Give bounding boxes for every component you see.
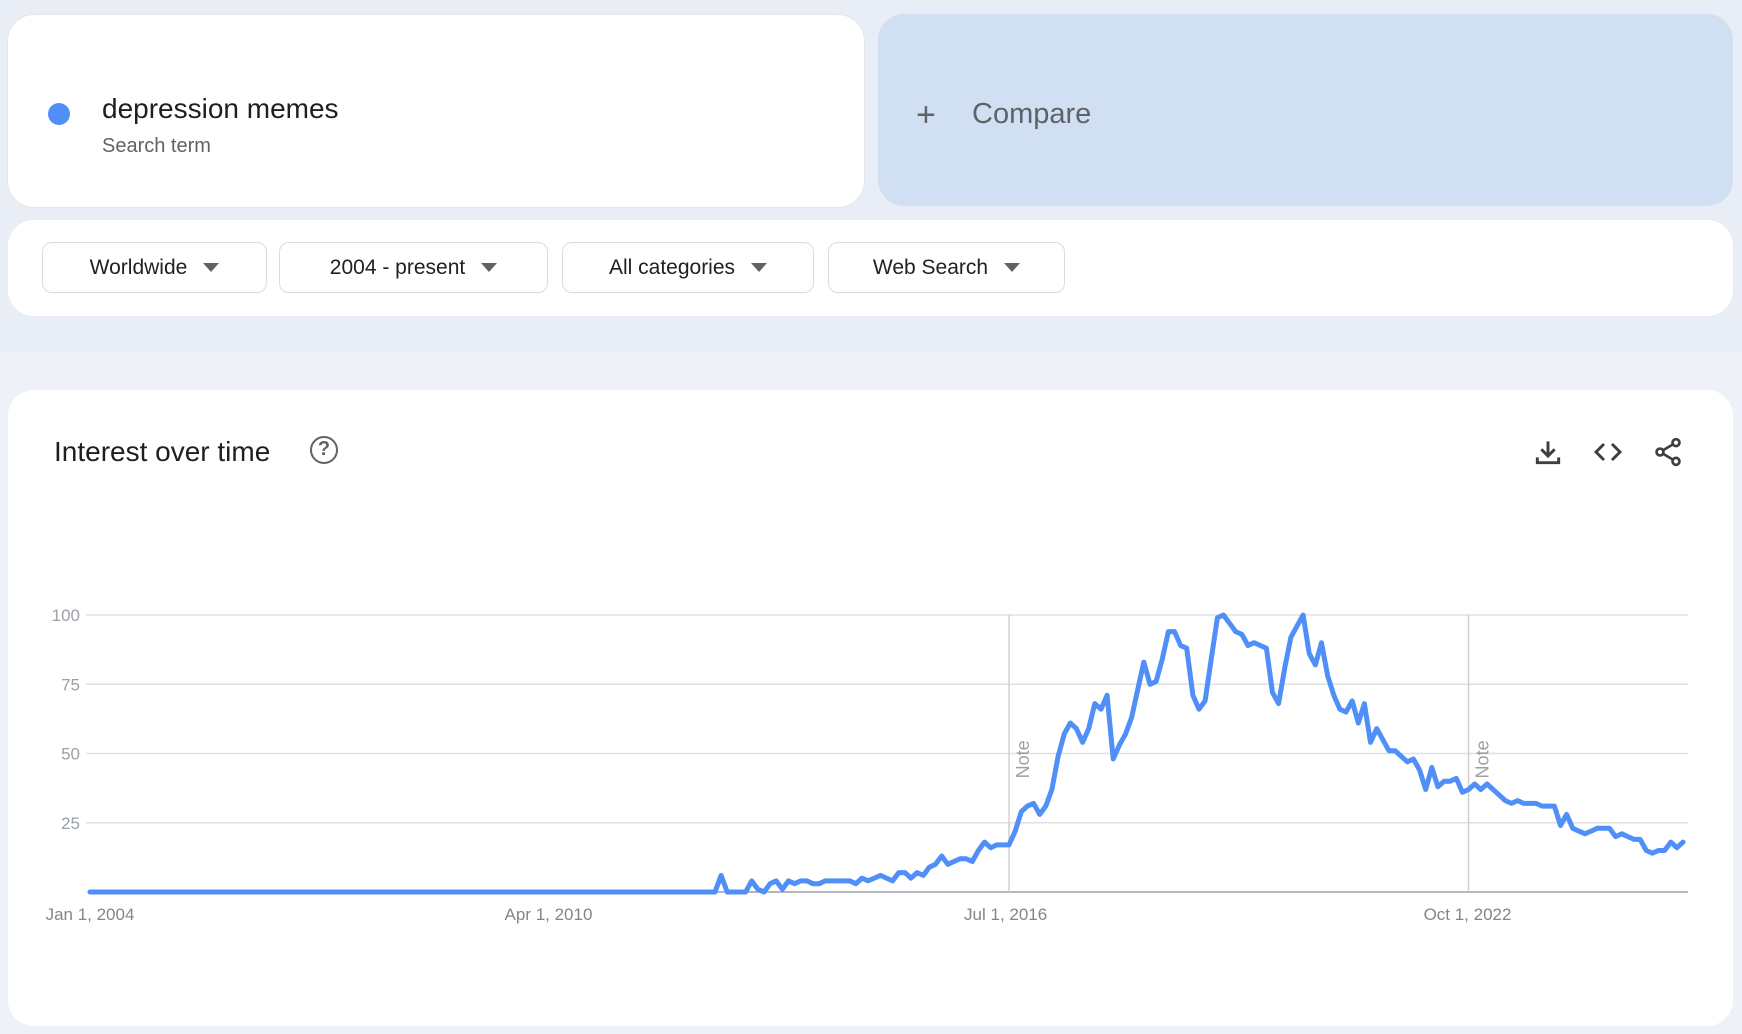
caret-down-icon [751, 263, 768, 272]
search-term-name[interactable]: depression memes [102, 93, 339, 125]
region-filter-dropdown[interactable]: Worldwide [42, 242, 267, 293]
category-filter-dropdown[interactable]: All categories [562, 242, 814, 293]
caret-down-icon [1004, 263, 1021, 272]
share-icon[interactable] [1652, 436, 1684, 468]
download-icon[interactable] [1532, 436, 1564, 468]
search-type-filter-dropdown[interactable]: Web Search [828, 242, 1065, 293]
filter-bar: Worldwide 2004 - present All categories … [8, 220, 1733, 316]
filter-label: Worldwide [89, 255, 188, 279]
embed-code-icon[interactable] [1592, 436, 1624, 468]
chart-title: Interest over time [54, 436, 271, 467]
filter-label: All categories [608, 255, 736, 279]
filter-label: Web Search [872, 255, 989, 279]
interest-over-time-card: Interest over time ? [8, 390, 1733, 1026]
search-term-card[interactable]: depression memes Search term [8, 15, 864, 207]
compare-label: Compare [972, 98, 1092, 130]
time-range-filter-dropdown[interactable]: 2004 - present [279, 242, 548, 293]
compare-button[interactable]: + Compare [878, 14, 1733, 206]
filter-label: 2004 - present [329, 255, 466, 279]
plus-icon: + [916, 96, 936, 134]
series-color-dot [48, 103, 70, 125]
search-term-subtitle: Search term [102, 135, 211, 157]
caret-down-icon [203, 263, 220, 272]
help-icon[interactable]: ? [310, 436, 338, 464]
caret-down-icon [481, 263, 498, 272]
